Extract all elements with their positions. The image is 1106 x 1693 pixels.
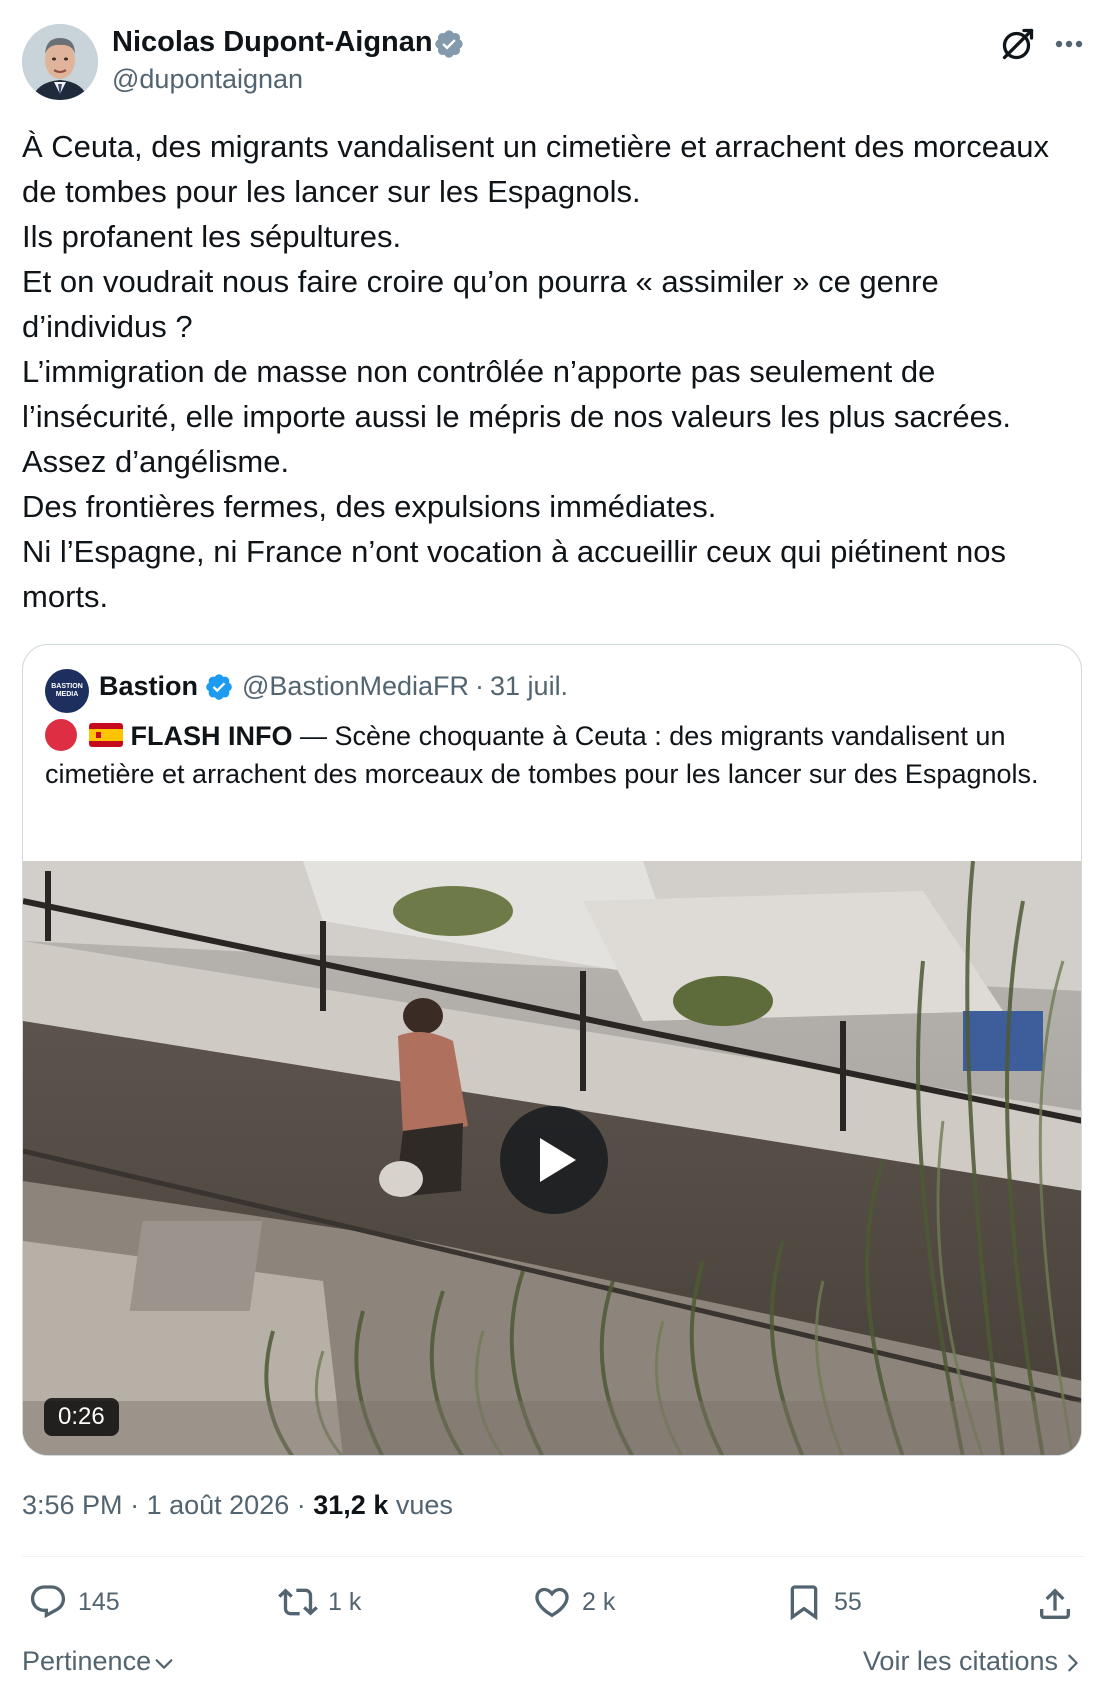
heart-icon	[535, 1587, 569, 1618]
like-count: 2 k	[582, 1587, 616, 1616]
verified-badge-blue-icon[interactable]	[204, 672, 234, 702]
bookmark-button[interactable]: 55	[784, 1582, 862, 1622]
quote-author-handle[interactable]: @BastionMediaFR	[242, 671, 469, 702]
bookmark-count: 55	[834, 1587, 862, 1616]
chevron-right-icon	[1068, 1654, 1078, 1671]
flash-info-label: FLASH INFO	[130, 721, 293, 751]
quote-avatar[interactable]: BASTION MEDIA	[45, 669, 89, 713]
author-handle[interactable]: @dupontaignan	[112, 64, 303, 95]
author-name[interactable]: Nicolas Dupont-Aignan	[112, 26, 433, 59]
bookmark-icon	[790, 1585, 818, 1621]
grok-icon[interactable]	[1000, 26, 1036, 62]
quote-author-name[interactable]: Bastion	[99, 671, 198, 702]
tweet: Nicolas Dupont-Aignan @dupontaignan À Ce…	[0, 0, 1106, 1693]
view-quotes-label: Voir les citations	[862, 1646, 1058, 1676]
tweet-line: Assez d’angélisme.	[22, 444, 290, 479]
play-button[interactable]	[500, 1106, 608, 1214]
reply-button[interactable]: 145	[28, 1582, 120, 1622]
views-label: vues	[395, 1490, 453, 1520]
author-avatar[interactable]	[22, 24, 98, 100]
video-duration-badge: 0:26	[44, 1398, 119, 1436]
tweet-text: À Ceuta, des migrants vandalisent un cim…	[22, 124, 1092, 619]
quote-separator: ·	[475, 671, 485, 701]
quoted-tweet-card[interactable]: BASTION MEDIA Bastion @BastionMediaFR · …	[22, 644, 1082, 1456]
red-circle-emoji-icon	[45, 719, 77, 751]
play-icon	[540, 1138, 576, 1182]
tweet-line: Et on voudrait nous faire croire qu’on p…	[22, 264, 939, 344]
video-player[interactable]: 0:26	[23, 861, 1081, 1455]
verified-badge-grey-icon[interactable]	[433, 28, 465, 60]
repost-button[interactable]: 1 k	[278, 1582, 361, 1622]
views-count: 31,2 k	[313, 1490, 389, 1520]
sort-dropdown[interactable]: Pertinence	[22, 1646, 175, 1677]
meta-separator: ·	[130, 1490, 140, 1520]
view-quotes-link[interactable]: Voir les citations	[863, 1646, 1084, 1677]
tweet-line: Ils profanent les sépultures.	[22, 219, 402, 254]
tweet-line: Ni l’Espagne, ni France n’ont vocation à…	[22, 534, 1006, 614]
tweet-date[interactable]: 1 août 2026	[147, 1490, 290, 1520]
spain-flag-icon	[88, 723, 123, 747]
quote-date[interactable]: 31 juil.	[490, 671, 568, 702]
chevron-down-icon	[155, 1658, 173, 1669]
divider	[22, 1556, 1084, 1557]
sort-label: Pertinence	[22, 1646, 152, 1676]
tweet-line: À Ceuta, des migrants vandalisent un cim…	[22, 129, 1049, 209]
tweet-line: Des frontières fermes, des expulsions im…	[22, 489, 717, 524]
reply-count: 145	[78, 1587, 120, 1616]
repost-count: 1 k	[328, 1587, 362, 1616]
reply-bubble-icon	[30, 1585, 66, 1619]
tweet-time[interactable]: 3:56 PM	[22, 1490, 123, 1520]
share-upload-icon[interactable]	[1035, 1584, 1075, 1624]
meta-separator: ·	[296, 1490, 306, 1520]
tweet-line: L’immigration de masse non contrôlée n’a…	[22, 354, 1011, 434]
repost-arrows-icon	[278, 1588, 318, 1616]
tweet-meta: 3:56 PM · 1 août 2026 · 31,2 k vues	[22, 1490, 453, 1521]
quote-header: Bastion @BastionMediaFR · 31 juil.	[99, 671, 568, 702]
like-button[interactable]: 2 k	[532, 1582, 615, 1622]
quote-text: FLASH INFO — Scène choquante à Ceuta : d…	[45, 717, 1065, 793]
more-dots-icon[interactable]	[1051, 28, 1087, 60]
